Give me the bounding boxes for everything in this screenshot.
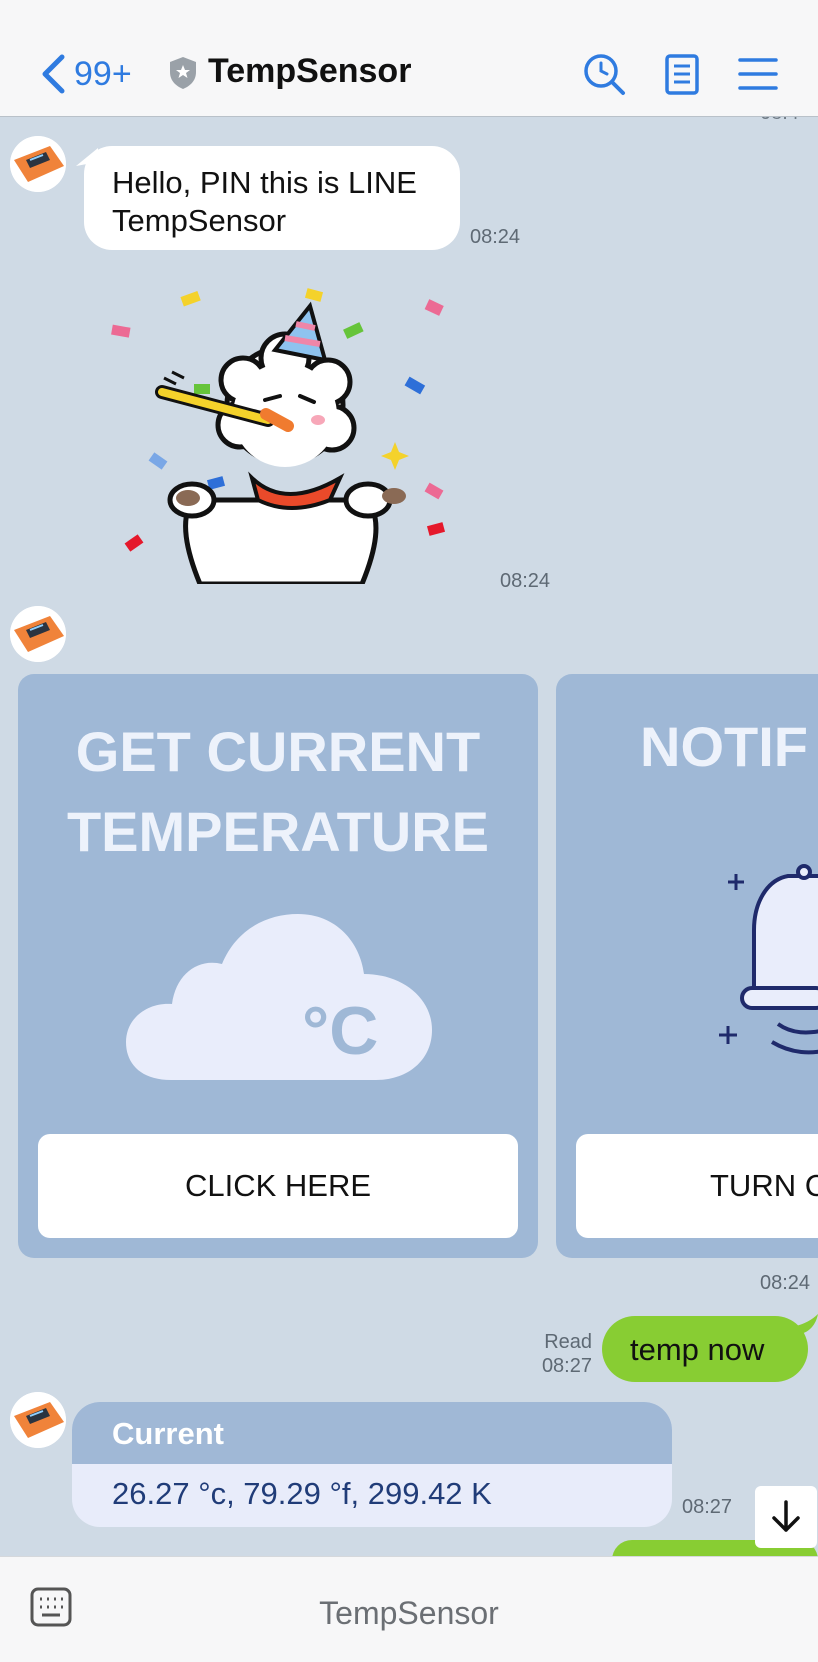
message-time: 08:24 [500, 570, 551, 592]
read-receipt: Read 08:27 [530, 1330, 592, 1378]
bot-avatar[interactable] [10, 606, 66, 662]
message-bubble[interactable]: Hello, PIN this is LINE TempSensor [84, 146, 460, 250]
bubble-tail [796, 1314, 818, 1334]
back-button[interactable]: 99+ [40, 50, 150, 98]
unread-count: 99+ [74, 54, 132, 93]
chat-title[interactable]: TempSensor [208, 52, 411, 91]
turn-on-button[interactable]: TURN C [576, 1134, 818, 1238]
card-title: GET CURRENT [75, 720, 481, 783]
message-text: Hello, PIN this is LINE TempSensor [112, 165, 417, 238]
chevron-left-icon [42, 54, 65, 94]
card-title: NOTIF [640, 715, 808, 778]
search-history-icon[interactable] [582, 52, 626, 96]
sensor-device-icon [10, 606, 66, 662]
menu-icon[interactable] [736, 52, 780, 96]
scroll-to-bottom-button[interactable] [755, 1486, 817, 1548]
cloud-icon [126, 914, 432, 1080]
message-time: 08:24 [470, 226, 521, 248]
bell-icon [719, 864, 818, 1055]
notes-icon[interactable] [660, 52, 704, 96]
sensor-device-icon [10, 1392, 66, 1448]
carousel-card-notification: NOTIF TURN C [556, 674, 818, 1258]
bot-avatar[interactable] [10, 1392, 66, 1448]
current-temperature-card[interactable]: Current 26.27 °c, 79.29 °f, 299.42 K [72, 1402, 672, 1527]
bot-avatar[interactable] [10, 136, 66, 192]
current-value: 26.27 °c, 79.29 °f, 299.42 K [112, 1476, 492, 1511]
party-sticker-image[interactable] [100, 280, 460, 584]
chat-header: 99+ TempSensor [0, 0, 818, 117]
shield-icon [170, 57, 196, 89]
arrow-down-icon [772, 1500, 800, 1532]
celsius-label: °C [302, 993, 379, 1069]
message-time: 08:27 [682, 1496, 733, 1518]
message-text: temp now [630, 1332, 765, 1367]
card-title: TEMPERATURE [66, 800, 490, 863]
outgoing-message-bubble[interactable]: temp now [602, 1316, 808, 1382]
bottom-bar: TempSensor [0, 1556, 818, 1662]
message-time: 08:24 [760, 1272, 811, 1294]
message-time: 08:27 [541, 1355, 592, 1377]
current-header: Current [72, 1402, 672, 1464]
carousel-card-temperature: GET CURRENT TEMPERATURE °C CLICK HERE [18, 674, 538, 1258]
click-here-button[interactable]: CLICK HERE [38, 1134, 518, 1238]
sensor-device-icon [10, 136, 66, 192]
read-label: Read [544, 1331, 592, 1353]
rich-menu-title[interactable]: TempSensor [0, 1595, 818, 1632]
